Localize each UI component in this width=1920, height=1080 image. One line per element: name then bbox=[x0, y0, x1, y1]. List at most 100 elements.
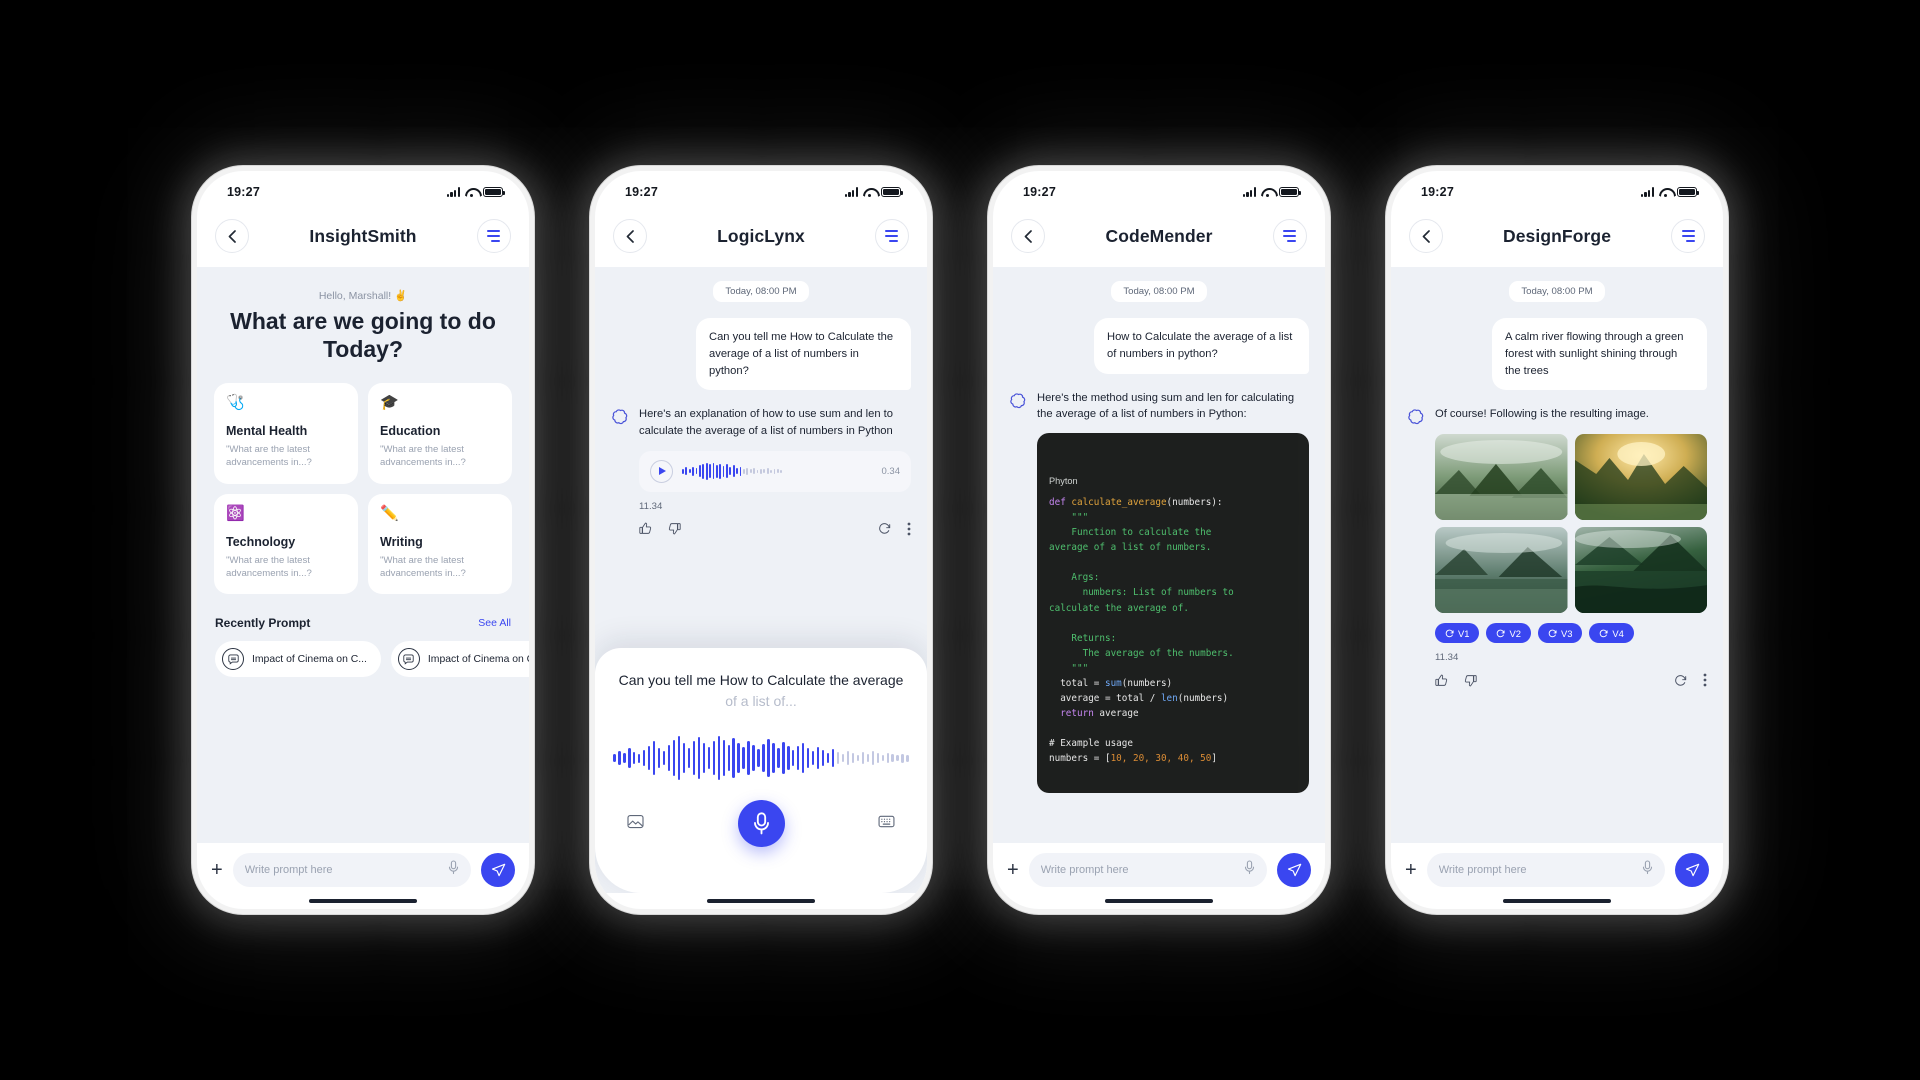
back-button[interactable] bbox=[613, 219, 647, 253]
home-indicator bbox=[993, 893, 1325, 909]
microphone-icon[interactable] bbox=[1244, 860, 1255, 880]
composer-bar: + bbox=[197, 843, 529, 893]
card-mental-health[interactable]: 🩺 Mental Health "What are the latest adv… bbox=[214, 383, 358, 484]
chat-body: Today, 08:00 PM How to Calculate the ave… bbox=[993, 267, 1325, 843]
suggestion-cards: 🩺 Mental Health "What are the latest adv… bbox=[197, 363, 529, 595]
microphone-icon[interactable] bbox=[1642, 860, 1653, 880]
prompt-input-wrap[interactable] bbox=[1426, 853, 1665, 887]
status-time: 19:27 bbox=[227, 185, 260, 199]
generated-image[interactable] bbox=[1574, 434, 1707, 521]
bot-message-row: Of course! Following is the resulting im… bbox=[1407, 406, 1707, 692]
audio-player[interactable]: 0.34 bbox=[639, 450, 911, 492]
bot-message-column: Of course! Following is the resulting im… bbox=[1435, 406, 1707, 692]
play-button[interactable] bbox=[650, 459, 673, 483]
recently-prompt-header: Recently Prompt See All bbox=[197, 594, 529, 630]
menu-button[interactable] bbox=[476, 219, 511, 253]
status-bar: 19:27 bbox=[1391, 171, 1723, 205]
add-attachment-button[interactable]: + bbox=[1007, 860, 1019, 880]
send-icon bbox=[491, 863, 505, 876]
thumbs-down-icon[interactable] bbox=[668, 522, 681, 540]
battery-icon bbox=[483, 186, 506, 198]
battery-icon bbox=[881, 186, 904, 198]
status-time: 19:27 bbox=[1421, 185, 1454, 199]
prompt-input[interactable] bbox=[1438, 864, 1634, 876]
refresh-icon[interactable] bbox=[1674, 674, 1687, 692]
audio-waveform[interactable] bbox=[682, 462, 873, 481]
add-attachment-button[interactable]: + bbox=[211, 860, 223, 880]
chevron-left-icon bbox=[1024, 229, 1032, 243]
code-block[interactable]: Phyton def calculate_average(numbers): ""… bbox=[1037, 433, 1309, 794]
variant-label: V1 bbox=[1458, 627, 1470, 639]
variant-label: V4 bbox=[1612, 627, 1624, 639]
more-vertical-icon[interactable] bbox=[907, 522, 911, 541]
status-icons bbox=[446, 186, 506, 198]
card-subtitle: "What are the latest advancements in...? bbox=[380, 554, 466, 579]
hamburger-menu-icon bbox=[1681, 230, 1695, 242]
status-icons bbox=[1242, 186, 1302, 198]
list-item[interactable]: Impact of Cinema on C... bbox=[215, 641, 381, 678]
bot-message-column: Here's the method using sum and len for … bbox=[1037, 390, 1309, 794]
record-button[interactable] bbox=[737, 800, 785, 847]
hamburger-menu-icon bbox=[487, 230, 501, 242]
variant-button-v4[interactable]: V4 bbox=[1589, 623, 1634, 644]
wifi-icon bbox=[1659, 187, 1672, 198]
generated-image[interactable] bbox=[1435, 527, 1568, 614]
back-button[interactable] bbox=[1409, 219, 1443, 253]
graduation-cap-icon: 🎓 bbox=[380, 394, 399, 412]
status-icons bbox=[844, 186, 904, 198]
page-title: LogicLynx bbox=[717, 225, 805, 246]
prompt-input-wrap[interactable] bbox=[1028, 853, 1267, 887]
list-item[interactable]: Impact of Cinema on C... bbox=[390, 641, 529, 678]
image-attach-icon[interactable] bbox=[627, 814, 644, 834]
card-education[interactable]: 🎓 Education "What are the latest advance… bbox=[368, 383, 512, 484]
menu-button[interactable] bbox=[874, 219, 909, 253]
card-title: Writing bbox=[380, 534, 423, 549]
prompt-input[interactable] bbox=[1040, 864, 1236, 876]
chevron-left-icon bbox=[228, 229, 236, 243]
generated-image[interactable] bbox=[1574, 527, 1707, 614]
card-title: Education bbox=[380, 424, 441, 439]
menu-button[interactable] bbox=[1671, 219, 1705, 253]
app-bar-code: CodeMender bbox=[993, 205, 1325, 267]
bot-message-row: Here's the method using sum and len for … bbox=[1009, 390, 1309, 794]
variant-button-v1[interactable]: V1 bbox=[1435, 623, 1480, 644]
thumbs-up-icon[interactable] bbox=[639, 522, 652, 540]
send-button[interactable] bbox=[1675, 853, 1709, 887]
add-attachment-button[interactable]: + bbox=[1405, 860, 1417, 880]
see-all-link[interactable]: See All bbox=[478, 617, 511, 629]
refresh-icon[interactable] bbox=[878, 522, 891, 540]
thumbs-down-icon[interactable] bbox=[1464, 674, 1477, 692]
back-button[interactable] bbox=[1011, 219, 1045, 253]
keyboard-icon[interactable] bbox=[878, 815, 895, 833]
prompt-input-wrap[interactable] bbox=[232, 853, 471, 887]
generated-image[interactable] bbox=[1435, 434, 1568, 521]
card-technology[interactable]: ⚛️ Technology "What are the latest advan… bbox=[214, 493, 358, 595]
back-button[interactable] bbox=[215, 219, 249, 253]
code-body: def calculate_average(numbers): """ Func… bbox=[1049, 497, 1234, 764]
page-title: CodeMender bbox=[1105, 225, 1213, 246]
microphone-icon[interactable] bbox=[448, 860, 459, 880]
thumbs-up-icon[interactable] bbox=[1435, 674, 1448, 692]
chip-label: Impact of Cinema on C... bbox=[252, 653, 367, 665]
menu-button[interactable] bbox=[1272, 219, 1307, 253]
send-button[interactable] bbox=[481, 853, 515, 887]
refresh-icon bbox=[1445, 629, 1454, 637]
bot-message-column: Here's an explanation of how to use sum … bbox=[639, 406, 911, 541]
phone-voice: 19:27 LogicLynx Today, 08:00 PM Can you … bbox=[595, 171, 927, 909]
user-message: Can you tell me How to Calculate the ave… bbox=[696, 318, 911, 391]
more-vertical-icon[interactable] bbox=[1703, 673, 1707, 692]
user-message: A calm river flowing through a green for… bbox=[1492, 318, 1707, 391]
card-writing[interactable]: ✏️ Writing "What are the latest advancem… bbox=[368, 493, 512, 595]
play-icon bbox=[659, 467, 666, 476]
prompt-input[interactable] bbox=[244, 864, 440, 876]
send-button[interactable] bbox=[1277, 853, 1311, 887]
cellular-signal-icon bbox=[844, 187, 858, 197]
wifi-icon bbox=[465, 187, 478, 198]
variant-button-v3[interactable]: V3 bbox=[1537, 623, 1583, 644]
home-body: Hello, Marshall! ✌️ What are we going to… bbox=[197, 267, 529, 843]
greeting-text: Hello, Marshall! ✌️ bbox=[318, 290, 408, 302]
variant-button-v2[interactable]: V2 bbox=[1486, 623, 1531, 644]
live-waveform bbox=[613, 730, 909, 786]
status-icons bbox=[1640, 186, 1700, 198]
screen-voice: 19:27 LogicLynx Today, 08:00 PM Can you … bbox=[595, 171, 927, 909]
